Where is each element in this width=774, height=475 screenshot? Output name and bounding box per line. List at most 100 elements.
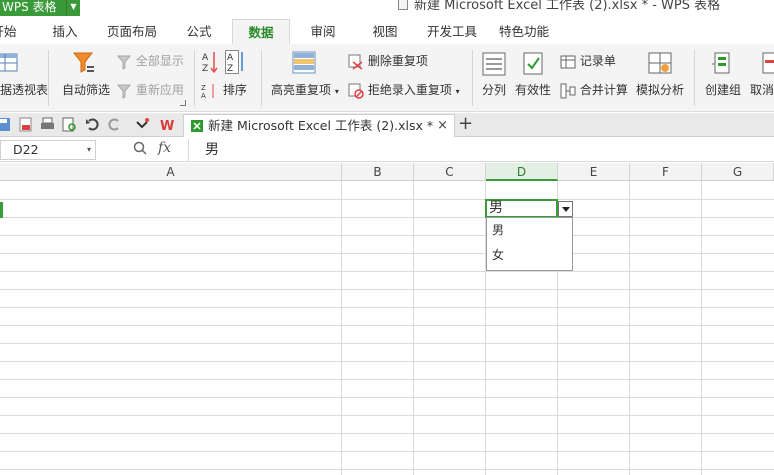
app-name: WPS 表格 [2, 0, 57, 14]
export-pdf-icon[interactable] [18, 117, 33, 132]
active-row-indicator [0, 202, 3, 218]
highlight-chevron-down-icon: ▾ [334, 87, 339, 96]
formula-bar: D22 ▾ fx 男 [0, 139, 774, 162]
redo-icon[interactable] [107, 117, 122, 132]
remove-duplicates-button[interactable]: 删除重复项 [348, 52, 428, 70]
active-cell-d22[interactable]: 男 [485, 199, 558, 218]
app-menu-chevron-icon[interactable]: ▼ [66, 0, 80, 16]
title-bar: WPS 表格 ▼ 新建 Microsoft Excel 工作表 (2).xlsx… [0, 0, 774, 18]
validity-button[interactable]: 有效性 [515, 81, 551, 98]
highlight-duplicates-icon[interactable] [292, 51, 318, 75]
grid-line [0, 217, 774, 218]
create-group-button[interactable]: 创建组 [705, 81, 741, 98]
create-group-icon[interactable] [711, 52, 735, 76]
spreadsheet-grid[interactable]: A B C D E F G 男 男 女 [0, 163, 774, 475]
ribbon-tab-bar: 开始 插入 页面布局 公式 数据 审阅 视图 开发工具 特色功能 [0, 19, 774, 45]
tab-home[interactable]: 开始 [0, 19, 24, 45]
customize-dropdown-icon[interactable] [135, 117, 150, 132]
grid-line [0, 361, 774, 362]
column-header-a[interactable]: A [0, 163, 342, 181]
autofilter-funnel-icon[interactable] [72, 50, 96, 74]
document-icon [398, 0, 408, 10]
ribbon-separator [261, 50, 262, 106]
grid-line [0, 469, 774, 470]
autofilter-button[interactable]: 自动筛选 [62, 81, 110, 98]
validation-dropdown-list: 男 女 [486, 217, 573, 271]
reject-chevron-down-icon: ▾ [455, 87, 460, 96]
print-icon[interactable] [40, 117, 55, 132]
formula-input[interactable]: 男 [188, 139, 774, 161]
dropdown-option-male[interactable]: 男 [487, 218, 572, 243]
wps-logo-icon[interactable]: W [160, 117, 175, 132]
column-header-f[interactable]: F [630, 163, 702, 181]
name-box[interactable]: D22 ▾ [0, 140, 96, 160]
pivot-table-icon[interactable] [0, 52, 20, 74]
tab-developer[interactable]: 开发工具 [424, 19, 480, 45]
spreadsheet-file-icon [191, 120, 203, 132]
search-icon[interactable] [133, 141, 147, 155]
dropdown-option-female[interactable]: 女 [487, 243, 572, 268]
insert-function-icon[interactable]: fx [158, 140, 171, 156]
grid-line [0, 199, 774, 200]
sort-button[interactable]: ZA 排序 [201, 81, 247, 99]
record-form-button[interactable]: 记录单 [560, 52, 616, 69]
tab-data[interactable]: 数据 [232, 19, 290, 45]
grid-line [0, 253, 774, 254]
column-header-c[interactable]: C [414, 163, 486, 181]
consolidate-button[interactable]: 合并计算 [560, 81, 628, 99]
validation-dropdown-button[interactable] [558, 201, 573, 217]
grid-line [0, 397, 774, 398]
pivot-table-button[interactable]: 数据透视表 [0, 81, 48, 98]
close-tab-icon[interactable]: × [437, 115, 448, 137]
tab-page-layout[interactable]: 页面布局 [104, 19, 160, 45]
reapply-button[interactable]: 重新应用 [116, 81, 184, 99]
svg-text:W: W [160, 119, 174, 132]
document-tab-title: 新建 Microsoft Excel 工作表 (2).xlsx * [208, 118, 434, 133]
app-menu-button[interactable]: WPS 表格 ▼ [0, 0, 80, 16]
tab-special-features[interactable]: 特色功能 [496, 19, 552, 45]
column-header-b[interactable]: B [342, 163, 414, 181]
column-header-g[interactable]: G [702, 163, 774, 181]
grid-line [0, 307, 774, 308]
ribbon-separator [48, 50, 49, 106]
ribbon-panel: 数据透视表 自动筛选 全部显示 重新应用 AZ AZ ZA 排序 高亮重复项 ▾… [0, 44, 774, 112]
validity-icon[interactable] [522, 52, 546, 76]
grid-line [0, 451, 774, 452]
quick-access-bar: W 新建 Microsoft Excel 工作表 (2).xlsx * × + [0, 113, 774, 137]
column-header-d[interactable]: D [486, 163, 558, 181]
print-preview-icon[interactable] [62, 117, 77, 132]
what-if-icon[interactable] [648, 52, 672, 76]
ribbon-separator [194, 50, 195, 106]
reject-duplicates-icon [348, 83, 364, 99]
what-if-analysis-button[interactable]: 模拟分析 [636, 81, 684, 98]
split-columns-button[interactable]: 分列 [482, 81, 506, 98]
svg-text:Z: Z [201, 84, 206, 92]
split-columns-icon[interactable] [482, 52, 506, 76]
sort-descending-icon[interactable]: AZ [225, 50, 245, 74]
reapply-funnel-icon [116, 84, 132, 99]
name-box-chevron-icon[interactable]: ▾ [87, 141, 91, 159]
reject-duplicates-button[interactable]: 拒绝录入重复项 ▾ [348, 81, 460, 99]
tab-review[interactable]: 审阅 [304, 19, 342, 45]
undo-icon[interactable] [85, 117, 100, 132]
dialog-launcher-icon[interactable] [180, 100, 186, 106]
tab-view[interactable]: 视图 [366, 19, 404, 45]
grid-line [0, 271, 774, 272]
ungroup-button[interactable]: 取消 [750, 81, 774, 98]
tab-formulas[interactable]: 公式 [180, 19, 218, 45]
svg-text:A: A [201, 92, 206, 99]
grid-line [0, 415, 774, 416]
show-all-button[interactable]: 全部显示 [116, 52, 184, 70]
ungroup-icon[interactable] [762, 52, 774, 76]
show-all-funnel-icon [116, 55, 132, 70]
tab-insert[interactable]: 插入 [46, 19, 84, 45]
new-tab-icon[interactable]: + [458, 114, 473, 134]
document-tab[interactable]: 新建 Microsoft Excel 工作表 (2).xlsx * × [183, 114, 455, 137]
column-header-e[interactable]: E [558, 163, 630, 181]
record-form-icon [560, 55, 576, 68]
svg-text:Z: Z [202, 64, 208, 74]
grid-line [701, 181, 702, 475]
highlight-duplicates-button[interactable]: 高亮重复项 ▾ [271, 81, 339, 98]
save-icon[interactable] [0, 117, 11, 132]
sort-ascending-icon[interactable]: AZ [201, 50, 219, 74]
